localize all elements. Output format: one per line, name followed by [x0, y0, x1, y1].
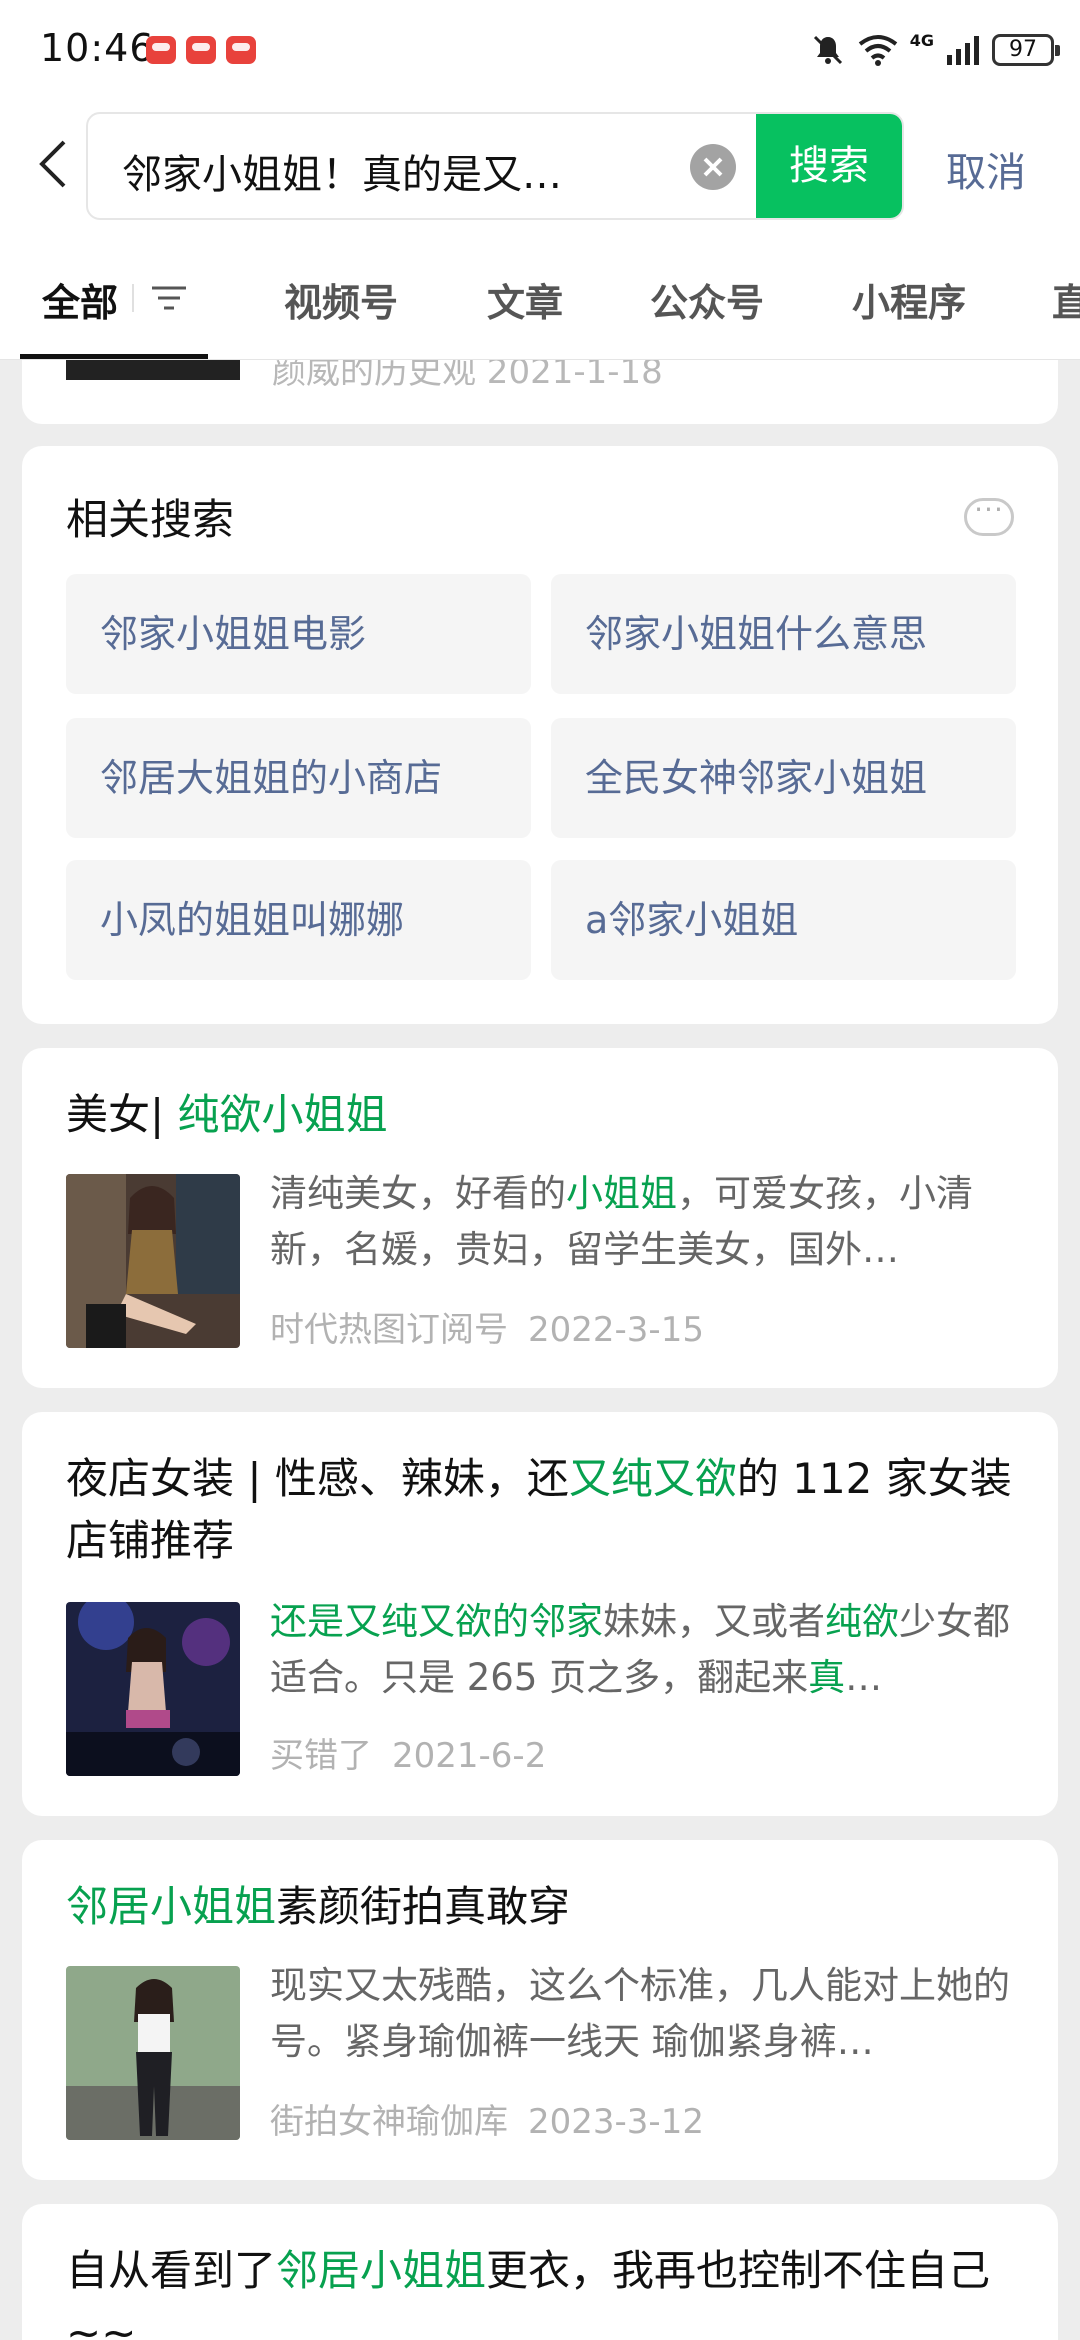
article-title[interactable]: 夜店女装 | 性感、辣妹，还又纯又欲的 112 家女装店铺推荐 [66, 1448, 1014, 1572]
article-title-text: 美女| [66, 1090, 178, 1139]
article-meta: 街拍女神瑜伽库 2023-3-12 [270, 2094, 704, 2143]
article-title-highlight: 又纯又欲 [568, 1454, 737, 1503]
search-button[interactable]: 搜索 [756, 114, 902, 218]
summary-text: 妹妹，又或者 [603, 1600, 825, 1643]
article-date: 2021-6-2 [392, 1736, 547, 1776]
article-date: 2023-3-12 [528, 2102, 704, 2142]
article-thumbnail [66, 1602, 240, 1776]
article-title[interactable]: 自从看到了邻居小姐姐更衣，我再也控制不住自己~~ [66, 2240, 1014, 2340]
related-search-chip[interactable]: 全民女神邻家小姐姐 [551, 718, 1016, 838]
related-search-chip[interactable]: a邻家小姐姐 [551, 860, 1016, 980]
wifi-icon [858, 35, 897, 66]
article-date: 2022-3-15 [528, 1310, 704, 1350]
article-source[interactable]: 买错了 [270, 1736, 372, 1776]
summary-highlight: 还是又纯又欲的邻家 [270, 1600, 603, 1643]
status-bar: 10:46 4G 97 [0, 0, 1080, 100]
summary-highlight: 纯欲 [825, 1600, 899, 1643]
article-source[interactable]: 时代热图订阅号 [270, 1310, 508, 1350]
tab-live[interactable]: 直 [1052, 272, 1080, 327]
tab-articles[interactable]: 文章 [487, 272, 563, 327]
mute-bell-icon [813, 35, 842, 65]
article-title[interactable]: 美女| 纯欲小姐姐 [66, 1084, 1014, 1146]
tab-all[interactable]: 全部 [42, 272, 118, 327]
article-title-highlight: 邻居小姐姐 [276, 2246, 487, 2295]
more-options-icon[interactable] [964, 493, 1014, 536]
tab-mini-programs[interactable]: 小程序 [852, 272, 966, 327]
notification-app-icon [146, 36, 176, 64]
article-title-highlight: 邻居小姐姐 [66, 1882, 277, 1931]
tab-divider [132, 284, 134, 312]
related-searches-title: 相关搜索 [66, 495, 235, 544]
back-arrow-icon[interactable] [30, 134, 80, 194]
article-title-highlight: 纯欲小姐姐 [177, 1090, 388, 1139]
article-title-text: 夜店女装 | 性感、辣妹，还 [66, 1454, 569, 1503]
network-type-label: 4G [909, 30, 934, 50]
article-summary: 清纯美女，好看的小姐姐，可爱女孩，小清新，名媛，贵妇，留学生美女，国外… [270, 1166, 1014, 1278]
related-search-chip[interactable]: 邻家小姐姐什么意思 [551, 574, 1016, 694]
summary-text: 清纯美女，好看的 [270, 1172, 566, 1215]
tab-channels[interactable]: 视频号 [284, 272, 398, 327]
summary-highlight: 小姐姐 [566, 1172, 677, 1215]
cancel-button[interactable]: 取消 [946, 140, 1026, 198]
article-meta: 买错了 2021-6-2 [270, 1728, 546, 1777]
search-input[interactable]: 邻家小姐姐！真的是又… 搜索 [86, 112, 904, 220]
related-searches-card: 相关搜索 邻家小姐姐电影 邻家小姐姐什么意思 邻居大姐姐的小商店 全民女神邻家小… [22, 446, 1058, 1024]
notification-app-icon [186, 36, 216, 64]
related-search-chip[interactable]: 邻家小姐姐电影 [66, 574, 531, 694]
article-summary: 还是又纯又欲的邻家妹妹，又或者纯欲少女都适合。只是 265 页之多，翻起来真… [270, 1594, 1014, 1706]
article-title-text: 自从看到了 [66, 2246, 277, 2295]
tab-official-accounts[interactable]: 公众号 [650, 272, 764, 327]
related-search-chip[interactable]: 小凤的姐姐叫娜娜 [66, 860, 531, 980]
search-query-text[interactable]: 邻家小姐姐！真的是又… [122, 142, 562, 200]
related-search-chip[interactable]: 邻居大姐姐的小商店 [66, 718, 531, 838]
article-result-card[interactable]: 邻居小姐姐素颜街拍真敢穿 现实又太残酷，这么个标准，几人能对上她的号。紧身瑜伽裤… [22, 1840, 1058, 2180]
status-time: 10:46 [40, 26, 155, 70]
article-summary: 现实又太残酷，这么个标准，几人能对上她的号。紧身瑜伽裤一线天 瑜伽紧身裤… [270, 1958, 1014, 2070]
article-thumbnail [66, 1174, 240, 1348]
article-title-text: 素颜街拍真敢穿 [276, 1882, 571, 1931]
article-result-card[interactable]: 夜店女装 | 性感、辣妹，还又纯又欲的 112 家女装店铺推荐 还是又纯又欲的邻… [22, 1412, 1058, 1816]
active-tab-indicator [20, 354, 208, 359]
article-title[interactable]: 邻居小姐姐素颜街拍真敢穿 [66, 1876, 1014, 1938]
signal-icon [947, 36, 979, 65]
article-result-card[interactable]: 自从看到了邻居小姐姐更衣，我再也控制不住自己~~ [22, 2204, 1058, 2340]
clear-search-icon[interactable] [690, 144, 736, 190]
article-thumbnail [66, 1966, 240, 2140]
summary-highlight: 真 [808, 1656, 846, 1699]
summary-text: 现实又太残酷，这么个标准，几人能对上她的号。紧身瑜伽裤一线天 瑜伽紧身裤… [270, 1964, 1010, 2063]
notification-app-icon [226, 36, 256, 64]
summary-text: … [845, 1656, 883, 1699]
article-source[interactable]: 街拍女神瑜伽库 [270, 2102, 508, 2142]
search-header: 邻家小姐姐！真的是又… 搜索 取消 [0, 100, 1080, 240]
battery-indicator: 97 [992, 34, 1060, 66]
category-tabs: 全部 视频号 文章 公众号 小程序 直 [0, 240, 1080, 360]
article-meta: 时代热图订阅号 2022-3-15 [270, 1302, 704, 1351]
article-result-card[interactable]: 美女| 纯欲小姐姐 清纯美女，好看的小姐姐，可爱女孩，小清新，名媛，贵妇，留学生… [22, 1048, 1058, 1388]
filter-icon[interactable] [146, 278, 192, 318]
